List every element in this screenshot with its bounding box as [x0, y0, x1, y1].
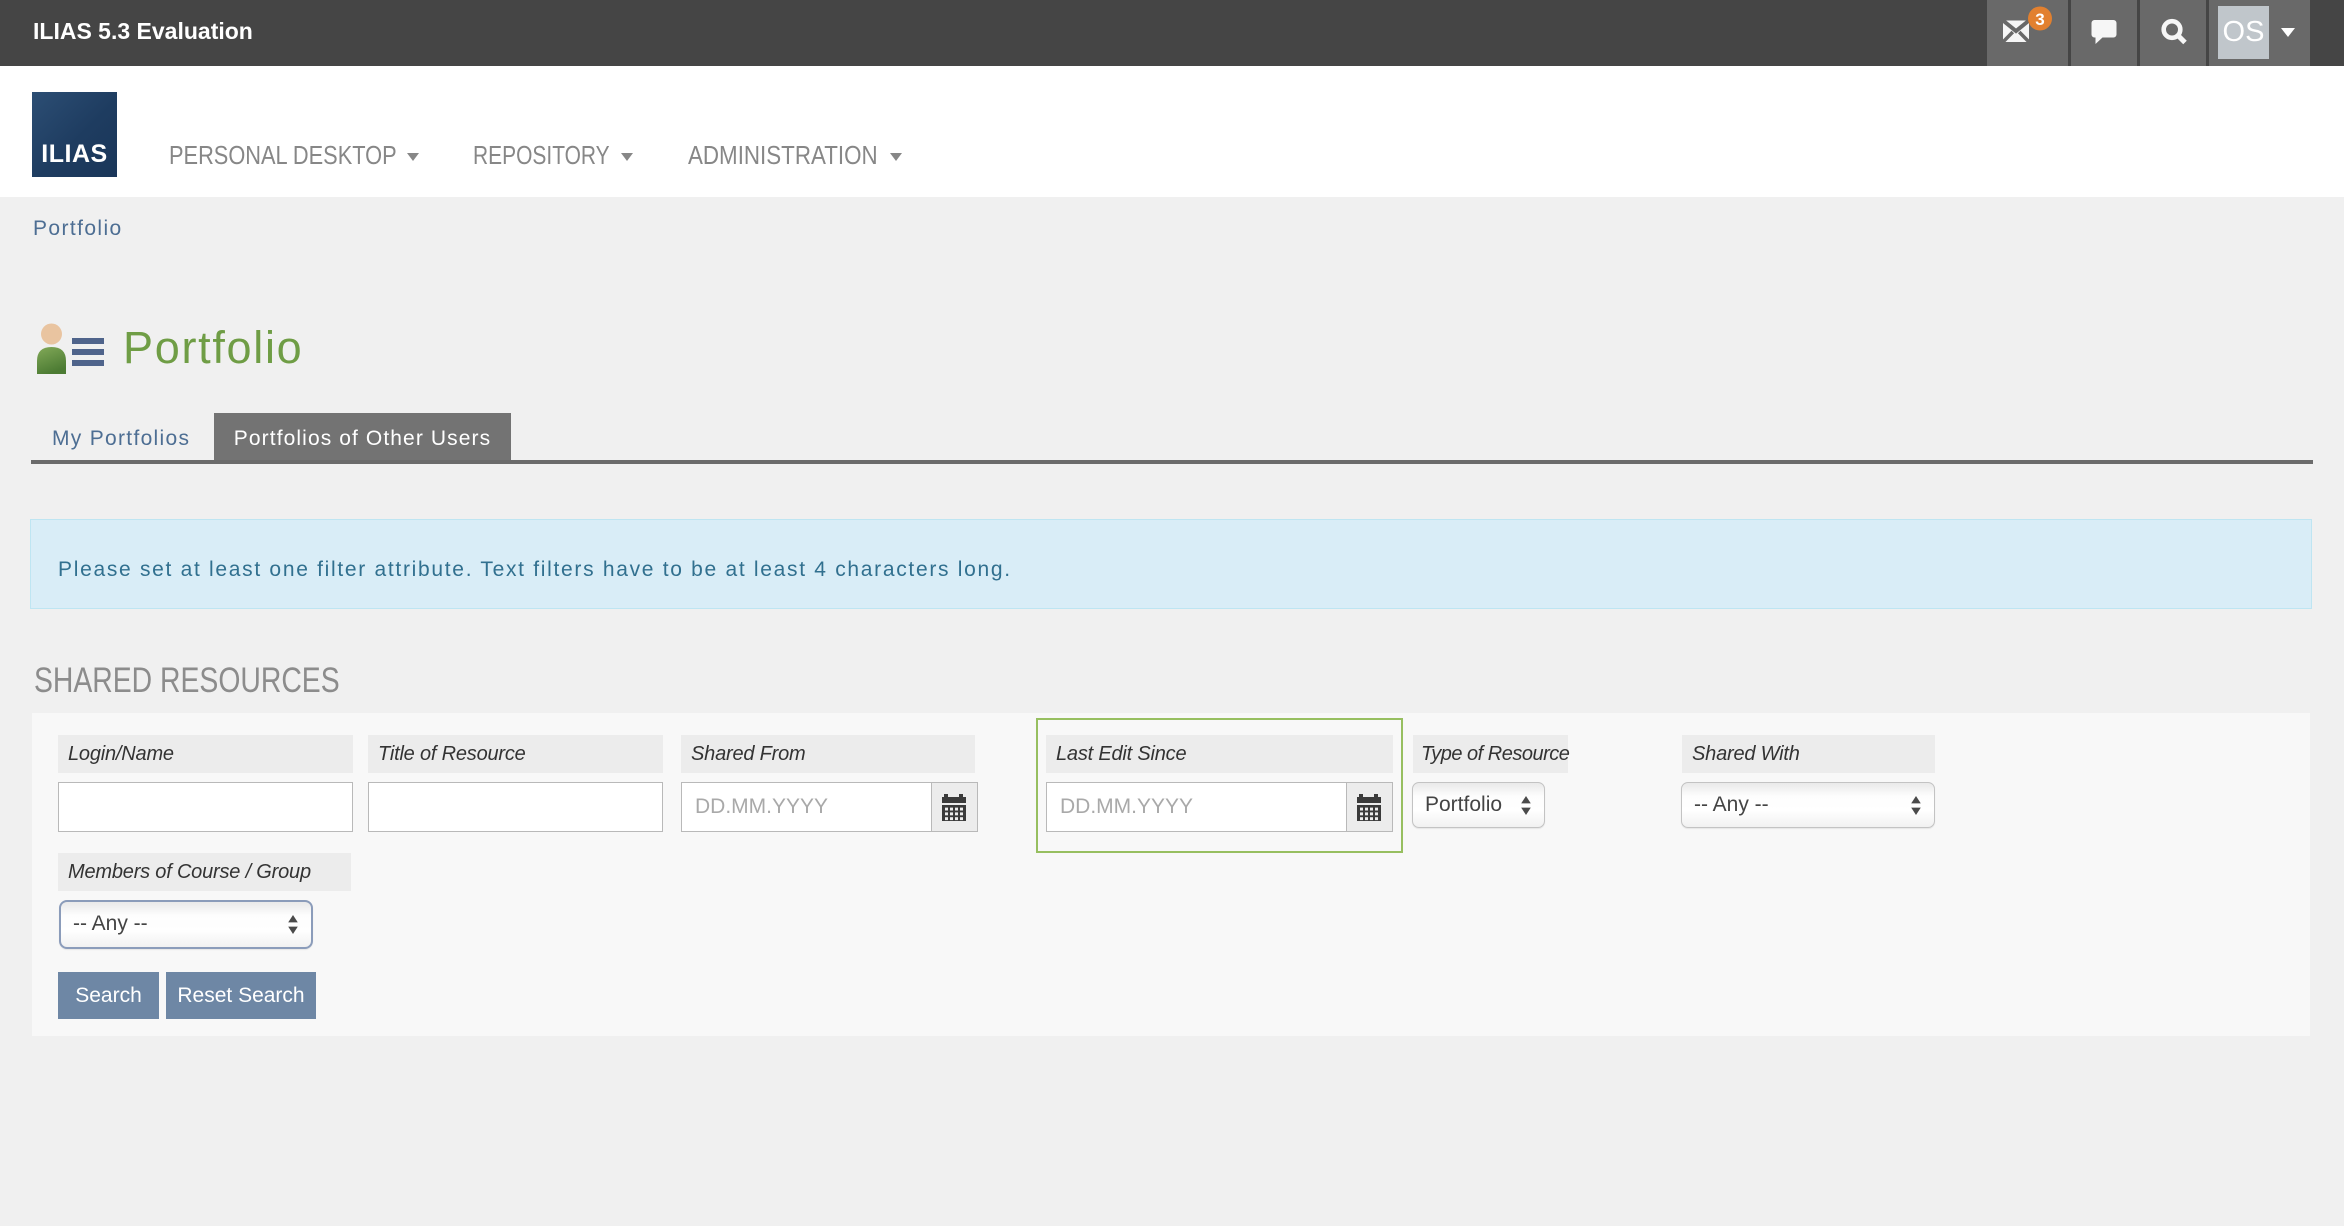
- svg-text:3: 3: [2035, 10, 2044, 29]
